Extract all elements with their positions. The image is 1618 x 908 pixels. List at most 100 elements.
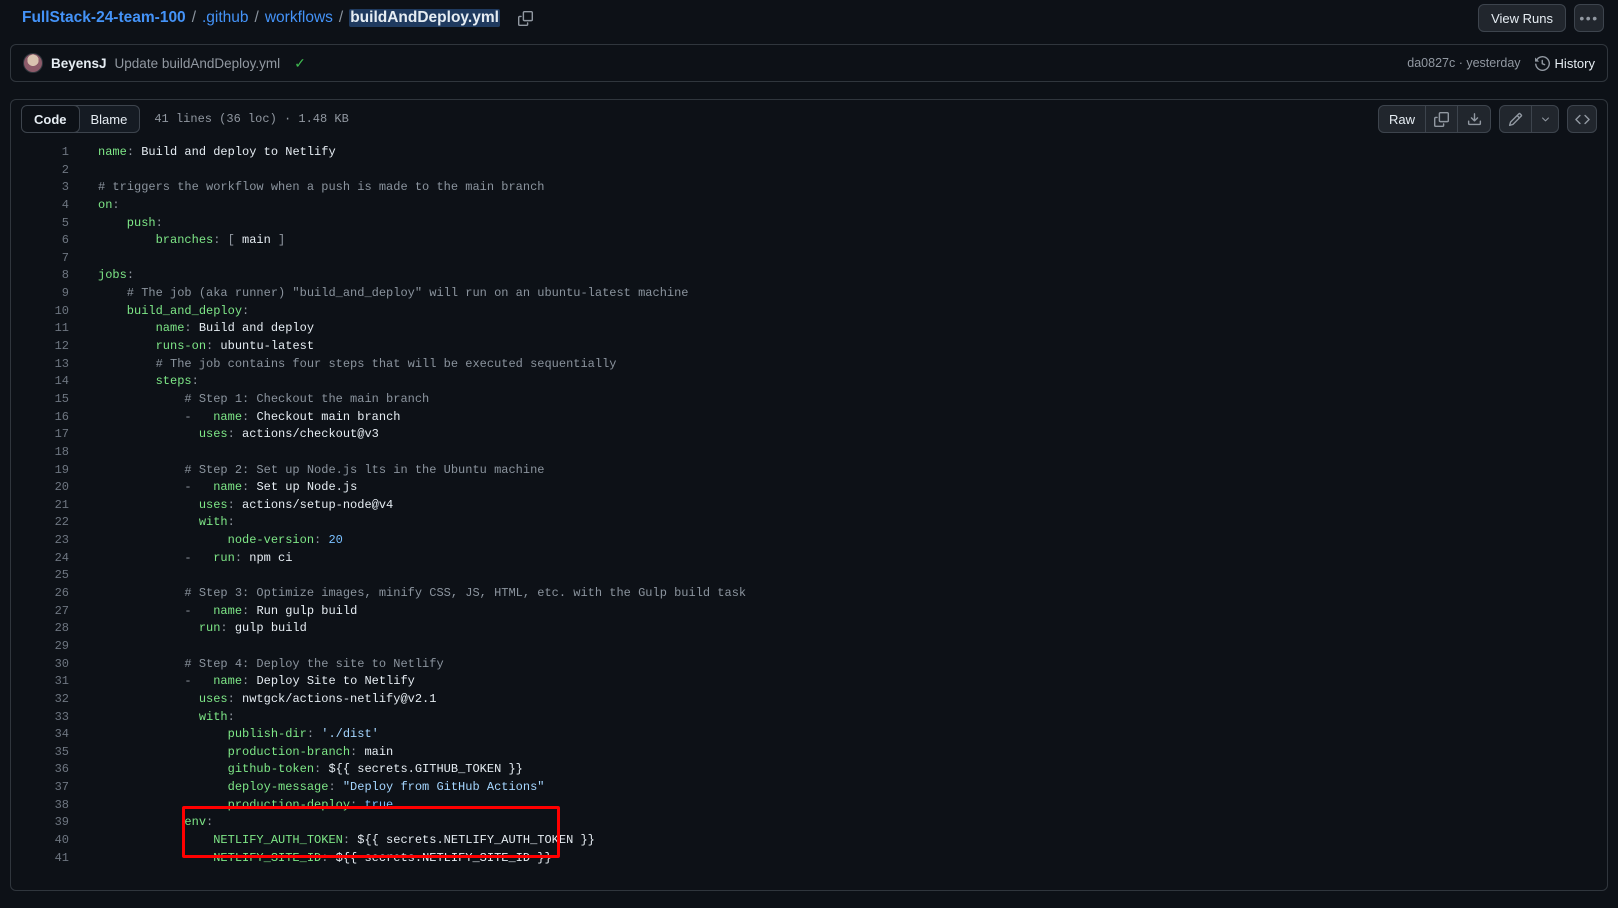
line-number[interactable]: 26 [11, 585, 69, 603]
line-number[interactable]: 33 [11, 709, 69, 727]
line-content[interactable]: # Step 4: Deploy the site to Netlify [69, 656, 443, 674]
line-content[interactable]: NETLIFY_SITE_ID: ${{ secrets.NETLIFY_SIT… [69, 850, 551, 868]
line-content[interactable]: jobs: [69, 267, 134, 285]
line-content[interactable]: build_and_deploy: [69, 303, 249, 321]
code-line[interactable]: 7 [11, 250, 1607, 268]
code-line[interactable]: 11 name: Build and deploy [11, 320, 1607, 338]
line-content[interactable]: node-version: 20 [69, 532, 343, 550]
code-line[interactable]: 3 # triggers the workflow when a push is … [11, 179, 1607, 197]
line-content[interactable] [69, 638, 98, 656]
line-content[interactable]: # Step 2: Set up Node.js lts in the Ubun… [69, 462, 544, 480]
line-content[interactable]: - name: Checkout main branch [69, 409, 400, 427]
avatar[interactable] [23, 53, 43, 73]
code-line[interactable]: 17 uses: actions/checkout@v3 [11, 426, 1607, 444]
line-content[interactable]: name: Build and deploy [69, 320, 314, 338]
line-number[interactable]: 30 [11, 656, 69, 674]
line-number[interactable]: 21 [11, 497, 69, 515]
code-line[interactable]: 25 [11, 567, 1607, 585]
code-line[interactable]: 39 env: [11, 814, 1607, 832]
line-number[interactable]: 8 [11, 267, 69, 285]
code-line[interactable]: 41 NETLIFY_SITE_ID: ${{ secrets.NETLIFY_… [11, 850, 1607, 868]
line-content[interactable]: runs-on: ubuntu-latest [69, 338, 314, 356]
line-number[interactable]: 10 [11, 303, 69, 321]
line-number[interactable]: 29 [11, 638, 69, 656]
line-content[interactable]: uses: actions/setup-node@v4 [69, 497, 393, 515]
view-runs-button[interactable]: View Runs [1478, 4, 1566, 32]
commit-sha-and-time[interactable]: da0827c · yesterday [1407, 56, 1520, 70]
code-line[interactable]: 19 # Step 2: Set up Node.js lts in the U… [11, 462, 1607, 480]
code-line[interactable]: 15 # Step 1: Checkout the main branch [11, 391, 1607, 409]
code-line[interactable]: 36 github-token: ${{ secrets.GITHUB_TOKE… [11, 761, 1607, 779]
code-line[interactable]: 27 - name: Run gulp build [11, 603, 1607, 621]
line-number[interactable]: 7 [11, 250, 69, 268]
line-number[interactable]: 6 [11, 232, 69, 250]
line-number[interactable]: 15 [11, 391, 69, 409]
code-line[interactable]: 20 - name: Set up Node.js [11, 479, 1607, 497]
line-content[interactable]: env: [69, 814, 213, 832]
line-number[interactable]: 20 [11, 479, 69, 497]
line-number[interactable]: 37 [11, 779, 69, 797]
code-line[interactable]: 12 runs-on: ubuntu-latest [11, 338, 1607, 356]
line-content[interactable]: NETLIFY_AUTH_TOKEN: ${{ secrets.NETLIFY_… [69, 832, 595, 850]
line-content[interactable] [69, 162, 98, 180]
line-content[interactable]: with: [69, 709, 235, 727]
tab-code[interactable]: Code [22, 106, 80, 132]
line-number[interactable]: 22 [11, 514, 69, 532]
line-content[interactable]: uses: nwtgck/actions-netlify@v2.1 [69, 691, 437, 709]
line-content[interactable]: - name: Set up Node.js [69, 479, 357, 497]
code-line[interactable]: 23 node-version: 20 [11, 532, 1607, 550]
line-number[interactable]: 23 [11, 532, 69, 550]
code-line[interactable]: 33 with: [11, 709, 1607, 727]
line-content[interactable]: name: Build and deploy to Netlify [69, 144, 336, 162]
line-content[interactable]: deploy-message: "Deploy from GitHub Acti… [69, 779, 545, 797]
code-line[interactable]: 32 uses: nwtgck/actions-netlify@v2.1 [11, 691, 1607, 709]
line-content[interactable]: # triggers the workflow when a push is m… [69, 179, 544, 197]
download-raw-file-icon[interactable] [1458, 106, 1490, 132]
line-number[interactable]: 36 [11, 761, 69, 779]
line-number[interactable]: 9 [11, 285, 69, 303]
copy-raw-contents-icon[interactable] [1426, 106, 1458, 132]
line-number[interactable]: 5 [11, 215, 69, 233]
line-number[interactable]: 1 [11, 144, 69, 162]
line-content[interactable]: branches: [ main ] [69, 232, 286, 250]
raw-button[interactable]: Raw [1379, 106, 1426, 132]
pencil-edit-icon[interactable] [1500, 106, 1532, 132]
code-line[interactable]: 28 run: gulp build [11, 620, 1607, 638]
code-line[interactable]: 40 NETLIFY_AUTH_TOKEN: ${{ secrets.NETLI… [11, 832, 1607, 850]
line-number[interactable]: 11 [11, 320, 69, 338]
line-number[interactable]: 31 [11, 673, 69, 691]
code-line[interactable]: 34 publish-dir: './dist' [11, 726, 1607, 744]
code-line[interactable]: 4 on: [11, 197, 1607, 215]
line-content[interactable]: production-deploy: true [69, 797, 394, 815]
code-line[interactable]: 37 deploy-message: "Deploy from GitHub A… [11, 779, 1607, 797]
line-number[interactable]: 2 [11, 162, 69, 180]
line-content[interactable]: - run: npm ci [69, 550, 292, 568]
line-content[interactable]: # Step 3: Optimize images, minify CSS, J… [69, 585, 746, 603]
line-content[interactable]: steps: [69, 373, 199, 391]
code-line[interactable]: 5 push: [11, 215, 1607, 233]
breadcrumb-segment-github[interactable]: .github [202, 10, 249, 26]
code-line[interactable]: 29 [11, 638, 1607, 656]
line-content[interactable]: production-branch: main [69, 744, 394, 762]
copy-path-icon[interactable] [514, 6, 538, 30]
line-number[interactable]: 19 [11, 462, 69, 480]
chevron-down-icon[interactable] [1532, 106, 1558, 132]
code-line[interactable]: 31 - name: Deploy Site to Netlify [11, 673, 1607, 691]
line-content[interactable]: # The job (aka runner) "build_and_deploy… [69, 285, 689, 303]
commit-message[interactable]: Update buildAndDeploy.yml [115, 56, 281, 71]
line-content[interactable]: publish-dir: './dist' [69, 726, 379, 744]
code-line[interactable]: 6 branches: [ main ] [11, 232, 1607, 250]
line-number[interactable]: 38 [11, 797, 69, 815]
code-line[interactable]: 16 - name: Checkout main branch [11, 409, 1607, 427]
code-line[interactable]: 2 [11, 162, 1607, 180]
line-content[interactable]: push: [69, 215, 163, 233]
history-link[interactable]: History [1534, 56, 1595, 71]
line-content[interactable]: - name: Deploy Site to Netlify [69, 673, 414, 691]
more-options-kebab-button[interactable]: ••• [1574, 4, 1604, 32]
line-number[interactable]: 12 [11, 338, 69, 356]
line-number[interactable]: 32 [11, 691, 69, 709]
line-content[interactable] [69, 250, 98, 268]
line-number[interactable]: 25 [11, 567, 69, 585]
line-number[interactable]: 14 [11, 373, 69, 391]
line-number[interactable]: 24 [11, 550, 69, 568]
